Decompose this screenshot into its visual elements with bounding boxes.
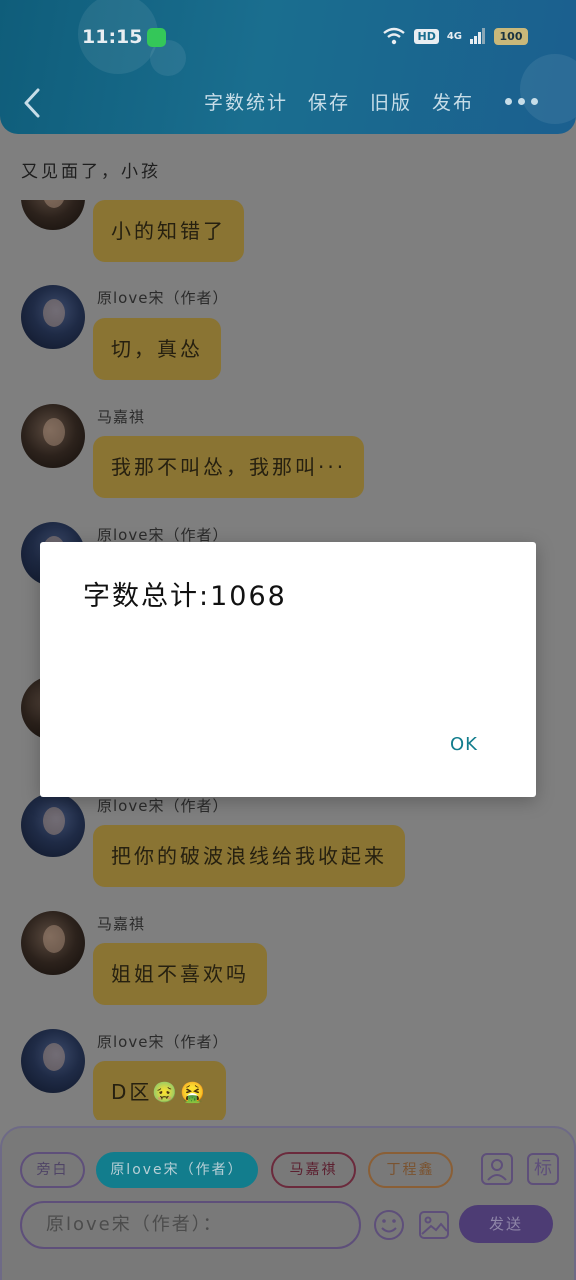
word-count-button[interactable]: 字数统计	[204, 88, 288, 115]
battery-icon: 100	[494, 27, 528, 45]
sender-name: 马嘉祺	[97, 408, 146, 426]
wifi-icon	[383, 27, 406, 45]
send-button[interactable]: 发送	[459, 1205, 553, 1243]
publish-button[interactable]: 发布	[432, 88, 474, 115]
hd-badge: HD	[414, 28, 439, 44]
sender-name: 原love宋（作者）	[97, 797, 229, 815]
dialog-message: 字数总计:1068	[83, 581, 287, 612]
top-bar: 11:15 HD 4G 100 字数统计 保存 旧版 发布	[0, 0, 576, 134]
back-button[interactable]	[18, 86, 48, 120]
role-chip-ma[interactable]: 马嘉祺	[271, 1152, 356, 1188]
wechat-icon	[147, 28, 166, 47]
avatar[interactable]	[21, 1029, 85, 1093]
status-icons: HD 4G 100	[382, 27, 528, 45]
avatar[interactable]	[21, 404, 85, 468]
word-count-dialog: 字数总计:1068 OK	[40, 542, 536, 797]
message-bubble[interactable]: 把你的破波浪线给我收起来	[93, 825, 405, 887]
chapter-title: 又见面了，小孩	[21, 162, 161, 182]
message-bubble[interactable]: 切，真怂	[93, 318, 221, 380]
role-chip-author[interactable]: 原love宋（作者）	[96, 1152, 258, 1188]
avatar[interactable]	[21, 793, 85, 857]
save-button[interactable]: 保存	[308, 88, 350, 115]
mark-tool-button[interactable]: 标	[527, 1153, 559, 1185]
avatar[interactable]	[21, 200, 85, 230]
avatar[interactable]	[21, 911, 85, 975]
sender-name: 原love宋（作者）	[97, 1033, 229, 1051]
message-bubble[interactable]: 我那不叫怂，我那叫···	[93, 436, 365, 498]
sender-name: 原love宋（作者）	[97, 289, 229, 307]
network-label: 4G	[446, 30, 462, 42]
avatar[interactable]	[21, 285, 85, 349]
image-icon[interactable]	[417, 1208, 451, 1242]
header-menu: 字数统计 保存 旧版 发布	[204, 88, 474, 115]
person-icon[interactable]	[481, 1153, 513, 1185]
message-bubble[interactable]: D区🤢🤮	[93, 1061, 227, 1120]
message-bubble[interactable]: 姐姐不喜欢吗	[93, 943, 267, 1005]
sender-name: 马嘉祺	[97, 915, 146, 933]
message-bubble[interactable]: 小的知错了	[93, 200, 244, 262]
status-time: 11:15	[82, 26, 143, 48]
role-chip-ding[interactable]: 丁程鑫	[368, 1152, 453, 1188]
signal-icon	[470, 28, 485, 44]
role-chip-narrator[interactable]: 旁白	[20, 1152, 85, 1188]
ok-button[interactable]: OK	[450, 734, 478, 755]
more-icon[interactable]	[505, 98, 538, 105]
old-version-button[interactable]: 旧版	[370, 88, 412, 115]
decor-bubble	[520, 54, 576, 124]
emoji-icon[interactable]	[372, 1208, 406, 1242]
message-input[interactable]: 原love宋（作者）：	[20, 1201, 361, 1249]
